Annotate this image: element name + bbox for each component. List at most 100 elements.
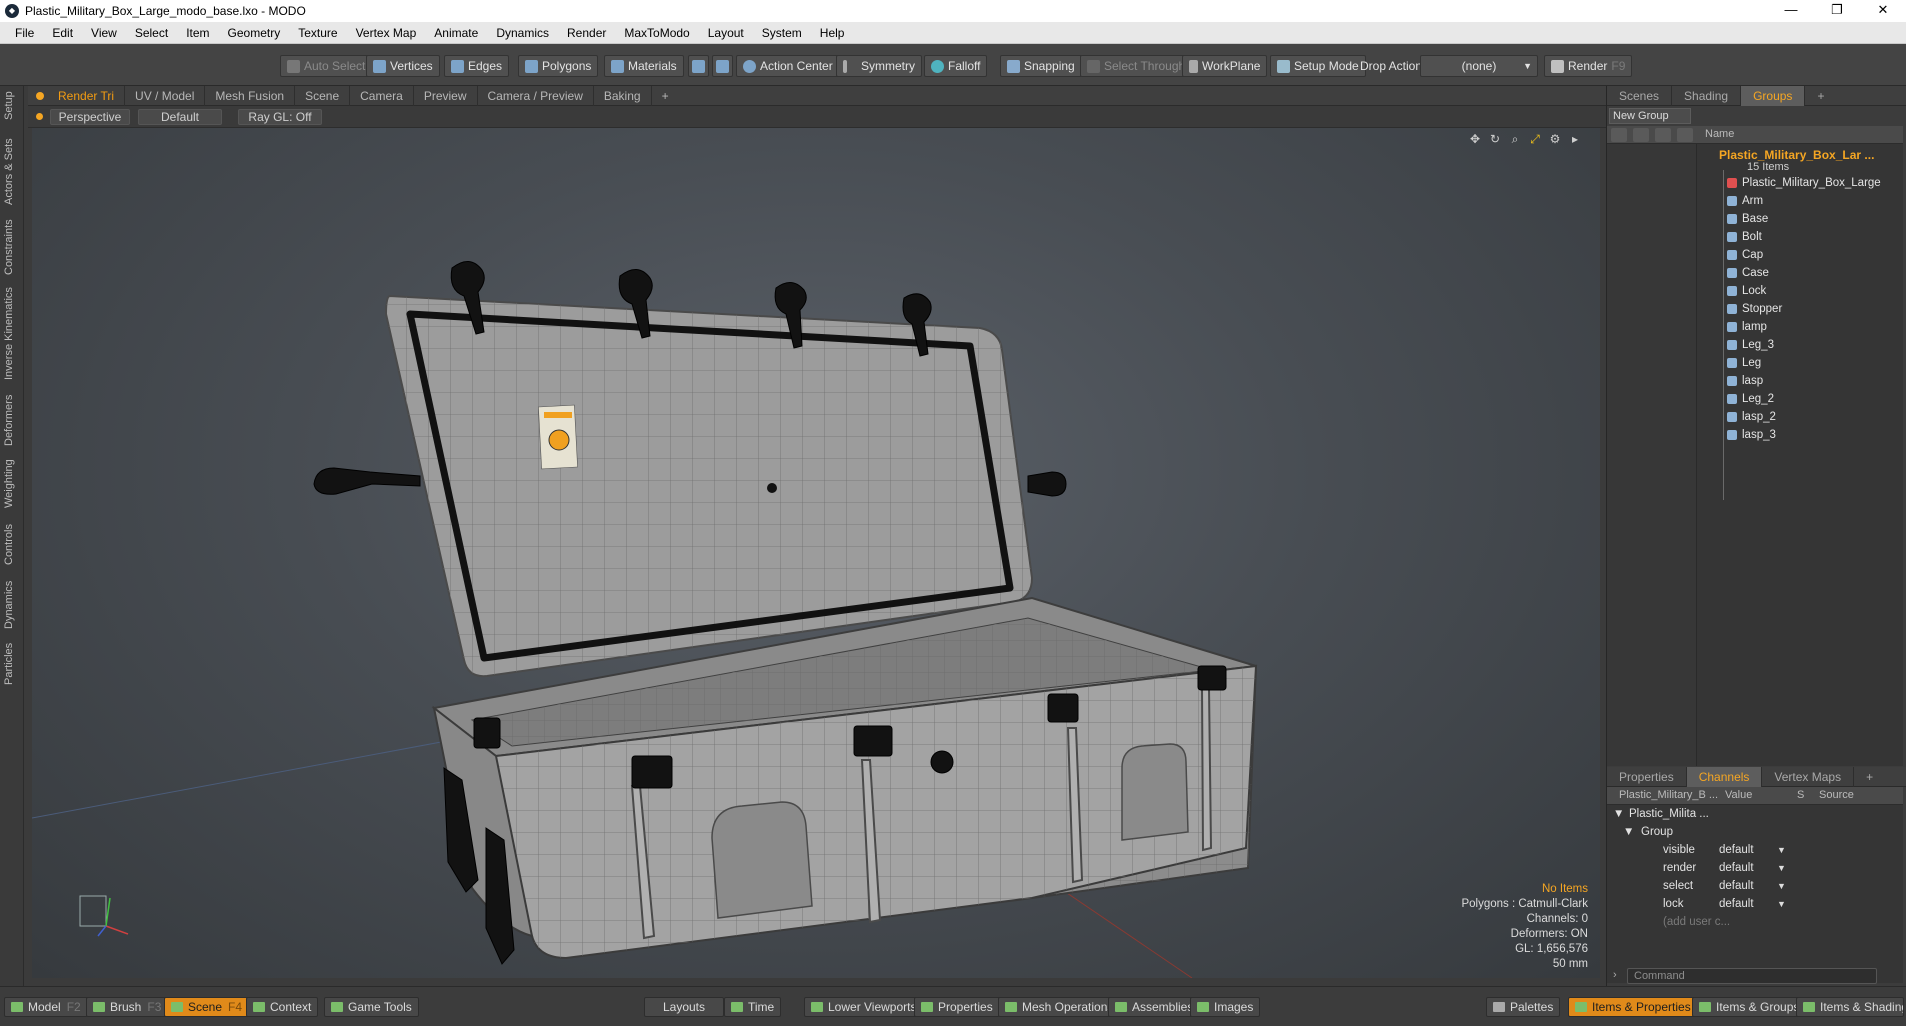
tab-vertex-maps[interactable]: Vertex Maps <box>1762 766 1855 787</box>
element-mode-button[interactable] <box>688 55 709 77</box>
zoom-icon[interactable]: ⌕ <box>1508 132 1522 146</box>
menu-edit[interactable]: Edit <box>43 26 82 40</box>
list-item[interactable]: lasp <box>1727 372 1763 390</box>
menu-vertex-map[interactable]: Vertex Map <box>347 26 426 40</box>
select-column-icon[interactable] <box>1677 128 1693 142</box>
layouts-button[interactable]: Layouts <box>644 997 724 1017</box>
add-user-channel-row[interactable]: (add user c... <box>1607 913 1903 931</box>
close-button[interactable]: ✕ <box>1860 0 1906 22</box>
items-properties-button[interactable]: Items & Properties <box>1568 997 1698 1017</box>
channel-row-lock[interactable]: lock default ▼ <box>1607 895 1903 913</box>
tab-deformers[interactable]: Deformers <box>3 392 21 448</box>
tab-channels[interactable]: Channels <box>1686 766 1763 787</box>
tab-baking[interactable]: Baking <box>594 85 652 106</box>
tab-mesh-fusion[interactable]: Mesh Fusion <box>205 85 296 106</box>
tab-constraints[interactable]: Constraints <box>3 216 21 278</box>
list-item[interactable]: lamp <box>1727 318 1767 336</box>
brush-layout-button[interactable]: Brush F3 <box>86 997 169 1017</box>
action-center-button[interactable]: Action Center <box>736 55 840 77</box>
items-shading-button[interactable]: Items & Shading <box>1796 997 1904 1017</box>
list-item[interactable]: Leg_3 <box>1727 336 1774 354</box>
menu-animate[interactable]: Animate <box>425 26 487 40</box>
pan-icon[interactable]: ✥ <box>1468 132 1482 146</box>
palettes-button[interactable]: Palettes <box>1486 997 1561 1017</box>
symmetry-button[interactable]: Symmetry <box>836 55 922 77</box>
3d-viewport[interactable]: ✥ ↻ ⌕ ⤢ ⚙ ▸ No Items Polygons : Catmull-… <box>32 128 1600 978</box>
group-root-item[interactable]: Plastic_Military_Box_Lar ... <box>1719 148 1874 162</box>
drop-action-select[interactable]: (none) ▼ <box>1420 55 1538 77</box>
list-item[interactable]: Arm <box>1727 192 1763 210</box>
minimize-button[interactable]: — <box>1768 0 1814 22</box>
new-group-button[interactable]: New Group <box>1609 108 1691 124</box>
fit-icon[interactable]: ⤢ <box>1528 132 1542 146</box>
viewport-menu-dot-icon[interactable] <box>36 113 43 120</box>
channel-row-render[interactable]: render default ▼ <box>1607 859 1903 877</box>
menu-geometry[interactable]: Geometry <box>219 26 290 40</box>
tab-camera-preview[interactable]: Camera / Preview <box>478 85 594 106</box>
channel-root-row[interactable]: ▼ Plastic_Milita ... <box>1607 805 1903 823</box>
menu-view[interactable]: View <box>82 26 126 40</box>
chevron-down-icon[interactable]: ▼ <box>1777 859 1786 877</box>
assemblies-button[interactable]: Assemblies <box>1108 997 1201 1017</box>
menu-help[interactable]: Help <box>811 26 854 40</box>
add-panel-tab-button[interactable]: + <box>1805 86 1836 106</box>
images-button[interactable]: Images <box>1190 997 1261 1017</box>
menu-layout[interactable]: Layout <box>699 26 753 40</box>
chevron-down-icon[interactable]: ▼ <box>1777 877 1786 895</box>
tab-shading[interactable]: Shading <box>1672 85 1742 106</box>
tab-camera[interactable]: Camera <box>350 85 414 106</box>
command-input[interactable]: Command <box>1627 968 1877 984</box>
scene-layout-button[interactable]: Scene F4 <box>164 997 250 1017</box>
mesh-operations-button[interactable]: Mesh Operations <box>998 997 1121 1017</box>
select-through-button[interactable]: Select Through <box>1080 55 1193 77</box>
view-type-select[interactable]: Perspective <box>50 109 130 125</box>
menu-item[interactable]: Item <box>177 26 218 40</box>
menu-system[interactable]: System <box>753 26 811 40</box>
render-column-icon[interactable] <box>1633 128 1649 142</box>
add-channels-tab-button[interactable]: + <box>1854 767 1885 787</box>
raygl-toggle[interactable]: Ray GL: Off <box>238 109 322 125</box>
falloff-button[interactable]: Falloff <box>924 55 988 77</box>
expand-triangle-icon[interactable]: ▼ <box>1623 823 1634 841</box>
list-item[interactable]: Cap <box>1727 246 1763 264</box>
vertices-button[interactable]: Vertices <box>366 55 440 77</box>
lower-viewports-button[interactable]: Lower Viewports <box>804 997 924 1017</box>
render-button[interactable]: Render F9 <box>1544 55 1633 77</box>
tab-actors-sets[interactable]: Actors & Sets <box>3 136 21 208</box>
viewport-settings-gear-icon[interactable]: ⚙ <box>1548 132 1562 146</box>
properties-button[interactable]: Properties <box>914 997 1000 1017</box>
tab-properties[interactable]: Properties <box>1607 766 1687 787</box>
menu-maxtomodo[interactable]: MaxToModo <box>615 26 698 40</box>
game-tools-layout-button[interactable]: Game Tools <box>324 997 419 1017</box>
maximize-button[interactable]: ❐ <box>1814 0 1860 22</box>
tab-particles[interactable]: Particles <box>3 638 21 690</box>
list-item[interactable]: Case <box>1727 264 1769 282</box>
auto-select-button[interactable]: Auto Select <box>280 55 373 77</box>
tab-setup[interactable]: Setup <box>3 88 21 124</box>
list-item[interactable]: Stopper <box>1727 300 1782 318</box>
materials-button[interactable]: Materials <box>604 55 684 77</box>
menu-render[interactable]: Render <box>558 26 615 40</box>
list-item[interactable]: lasp_2 <box>1727 408 1776 426</box>
lock-column-icon[interactable] <box>1655 128 1671 142</box>
items-groups-button[interactable]: Items & Groups <box>1692 997 1807 1017</box>
menu-file[interactable]: File <box>6 26 43 40</box>
list-item[interactable]: Plastic_Military_Box_Large <box>1727 174 1881 192</box>
list-item[interactable]: Base <box>1727 210 1768 228</box>
channel-row-select[interactable]: select default ▼ <box>1607 877 1903 895</box>
tab-uv-model[interactable]: UV / Model <box>125 85 206 106</box>
tab-inverse-kinematics[interactable]: Inverse Kinematics <box>3 286 21 382</box>
tab-controls[interactable]: Controls <box>3 520 21 570</box>
list-item[interactable]: Leg_2 <box>1727 390 1774 408</box>
item-mode-button[interactable] <box>712 55 733 77</box>
tab-dynamics[interactable]: Dynamics <box>3 578 21 632</box>
list-item[interactable]: Lock <box>1727 282 1766 300</box>
channel-row-visible[interactable]: visible default ▼ <box>1607 841 1903 859</box>
menu-dynamics[interactable]: Dynamics <box>487 26 558 40</box>
channel-group-row[interactable]: ▼ Group <box>1607 823 1903 841</box>
setup-mode-button[interactable]: Setup Mode <box>1270 55 1366 77</box>
model-layout-button[interactable]: Model F2 <box>4 997 88 1017</box>
expand-triangle-icon[interactable]: ▼ <box>1613 805 1624 823</box>
list-item[interactable]: lasp_3 <box>1727 426 1776 444</box>
tab-preview[interactable]: Preview <box>414 85 478 106</box>
